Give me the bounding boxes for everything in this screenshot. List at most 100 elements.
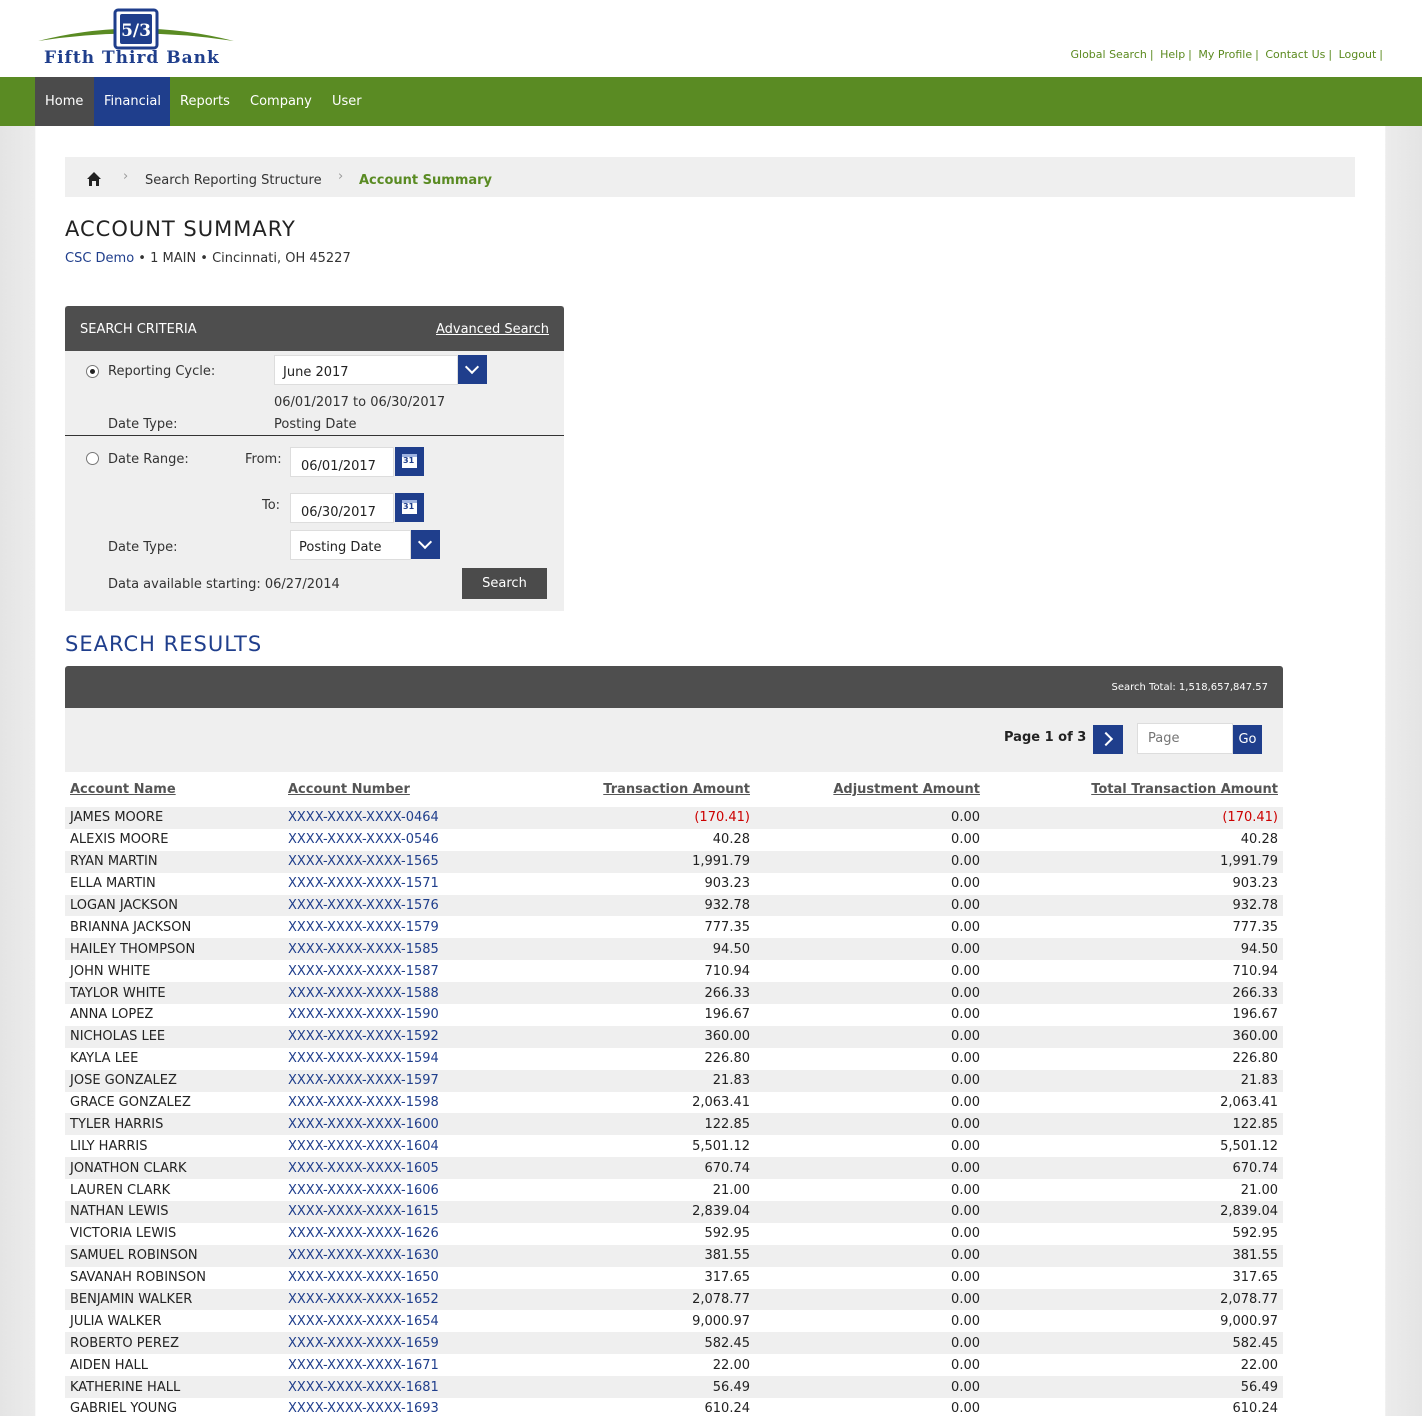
account-number-link[interactable]: XXXX-XXXX-XXXX-1652: [283, 1288, 483, 1311]
table-row: SAMUEL ROBINSON XXXX-XXXX-XXXX-1630 381.55…: [65, 1244, 1283, 1267]
account-number-link[interactable]: XXXX-XXXX-XXXX-1606: [283, 1179, 483, 1202]
nav-financial[interactable]: Financial: [94, 77, 170, 126]
column-total-transaction-amount[interactable]: Total Transaction Amount: [985, 772, 1283, 807]
company-link[interactable]: CSC Demo: [65, 251, 134, 266]
table-row: BRIANNA JACKSON XXXX-XXXX-XXXX-1579 777.35…: [65, 916, 1283, 939]
brand-logo[interactable]: 5/3 Fifth Third Bank: [36, 8, 236, 70]
total-transaction-amount-cell: 2,839.04: [985, 1201, 1283, 1223]
account-number-link[interactable]: XXXX-XXXX-XXXX-1576: [283, 894, 483, 917]
total-transaction-amount-cell: 266.33: [985, 982, 1283, 1005]
help-link[interactable]: Help: [1160, 48, 1185, 61]
account-number-link[interactable]: XXXX-XXXX-XXXX-0464: [283, 807, 483, 829]
column-account-number[interactable]: Account Number: [283, 772, 483, 807]
range-date-type-select[interactable]: Posting Date: [290, 530, 411, 560]
home-icon[interactable]: [86, 171, 102, 187]
column-transaction-amount[interactable]: Transaction Amount: [483, 772, 755, 807]
transaction-amount-cell: 9,000.97: [483, 1310, 755, 1333]
table-row: TYLER HARRIS XXXX-XXXX-XXXX-1600 122.85 0.0…: [65, 1113, 1283, 1136]
from-date-input[interactable]: [290, 447, 394, 477]
account-number-link[interactable]: XXXX-XXXX-XXXX-1594: [283, 1047, 483, 1070]
table-row: BENJAMIN WALKER XXXX-XXXX-XXXX-1652 2,078.…: [65, 1288, 1283, 1311]
nav-user[interactable]: User: [322, 77, 372, 126]
account-number-link[interactable]: XXXX-XXXX-XXXX-1588: [283, 982, 483, 1005]
to-date-input[interactable]: [290, 493, 394, 523]
total-transaction-amount-cell: 94.50: [985, 938, 1283, 961]
calendar-icon: [402, 500, 417, 514]
table-row: TAYLOR WHITE XXXX-XXXX-XXXX-1588 266.33 0.0…: [65, 982, 1283, 1005]
account-number-link[interactable]: XXXX-XXXX-XXXX-1565: [283, 850, 483, 873]
adjustment-amount-cell: 0.00: [755, 1398, 985, 1416]
page-indicator: Page 1 of 3: [1004, 730, 1087, 745]
from-calendar-button[interactable]: [395, 447, 424, 476]
nav-reports[interactable]: Reports: [170, 77, 240, 126]
account-number-link[interactable]: XXXX-XXXX-XXXX-1681: [283, 1376, 483, 1399]
nav-company[interactable]: Company: [240, 77, 322, 126]
reporting-cycle-radio[interactable]: [86, 365, 99, 378]
account-number-link[interactable]: XXXX-XXXX-XXXX-1587: [283, 960, 483, 983]
account-number-link[interactable]: XXXX-XXXX-XXXX-1626: [283, 1222, 483, 1245]
adjustment-amount-cell: 0.00: [755, 1266, 985, 1289]
account-number-link[interactable]: XXXX-XXXX-XXXX-1571: [283, 872, 483, 895]
reporting-cycle-select[interactable]: June 2017: [274, 355, 458, 385]
table-row: JULIA WALKER XXXX-XXXX-XXXX-1654 9,000.97 0…: [65, 1310, 1283, 1333]
table-row: AIDEN HALL XXXX-XXXX-XXXX-1671 22.00 0.00 22…: [65, 1354, 1283, 1377]
nav-home[interactable]: Home: [35, 77, 94, 126]
search-criteria-title: SEARCH CRITERIA: [80, 322, 197, 337]
logout-link[interactable]: Logout: [1339, 48, 1377, 61]
account-number-link[interactable]: XXXX-XXXX-XXXX-1630: [283, 1244, 483, 1267]
account-number-link[interactable]: XXXX-XXXX-XXXX-1693: [283, 1398, 483, 1416]
adjustment-amount-cell: 0.00: [755, 1091, 985, 1114]
transaction-amount-cell: 670.74: [483, 1157, 755, 1180]
advanced-search-link[interactable]: Advanced Search: [436, 322, 549, 337]
total-transaction-amount-cell: 22.00: [985, 1354, 1283, 1377]
total-transaction-amount-cell: 226.80: [985, 1047, 1283, 1070]
account-number-link[interactable]: XXXX-XXXX-XXXX-1585: [283, 938, 483, 961]
chevron-down-icon[interactable]: [458, 355, 487, 384]
results-header: Search Total: 1,518,657,847.57: [65, 666, 1283, 708]
account-name-cell: BRIANNA JACKSON: [65, 916, 283, 939]
table-row: JAMES MOORE XXXX-XXXX-XXXX-0464 (170.41) 0.…: [65, 807, 1283, 829]
account-number-link[interactable]: XXXX-XXXX-XXXX-1605: [283, 1157, 483, 1180]
total-transaction-amount-cell: (170.41): [985, 807, 1283, 829]
transaction-amount-cell: 21.00: [483, 1179, 755, 1202]
account-number-link[interactable]: XXXX-XXXX-XXXX-1598: [283, 1091, 483, 1114]
account-name-cell: JOSE GONZALEZ: [65, 1069, 283, 1092]
date-range-radio[interactable]: [86, 452, 99, 465]
account-number-link[interactable]: XXXX-XXXX-XXXX-1600: [283, 1113, 483, 1136]
column-adjustment-amount[interactable]: Adjustment Amount: [755, 772, 985, 807]
breadcrumb-current: Account Summary: [359, 173, 493, 188]
account-name-cell: BENJAMIN WALKER: [65, 1288, 283, 1311]
table-row: ANNA LOPEZ XXXX-XXXX-XXXX-1590 196.67 0.00 1…: [65, 1004, 1283, 1026]
account-number-link[interactable]: XXXX-XXXX-XXXX-1654: [283, 1310, 483, 1333]
page-input[interactable]: [1137, 723, 1233, 754]
my-profile-link[interactable]: My Profile: [1198, 48, 1252, 61]
utility-links: Global Search | Help | My Profile | Contact…: [1070, 48, 1386, 61]
account-number-link[interactable]: XXXX-XXXX-XXXX-1650: [283, 1266, 483, 1289]
search-button[interactable]: Search: [462, 568, 547, 599]
account-number-link[interactable]: XXXX-XXXX-XXXX-0546: [283, 828, 483, 851]
account-number-link[interactable]: XXXX-XXXX-XXXX-1592: [283, 1025, 483, 1048]
account-number-link[interactable]: XXXX-XXXX-XXXX-1659: [283, 1332, 483, 1355]
account-number-link[interactable]: XXXX-XXXX-XXXX-1579: [283, 916, 483, 939]
reporting-cycle-label: Reporting Cycle:: [108, 364, 216, 379]
total-transaction-amount-cell: 610.24: [985, 1398, 1283, 1416]
table-row: LAUREN CLARK XXXX-XXXX-XXXX-1606 21.00 0.00…: [65, 1179, 1283, 1202]
global-search-link[interactable]: Global Search: [1070, 48, 1146, 61]
breadcrumb-search-reporting-structure[interactable]: Search Reporting Structure: [145, 173, 322, 188]
account-number-link[interactable]: XXXX-XXXX-XXXX-1604: [283, 1135, 483, 1158]
chevron-down-icon[interactable]: [411, 530, 440, 559]
chevron-right-icon[interactable]: [1093, 725, 1123, 754]
total-transaction-amount-cell: 40.28: [985, 828, 1283, 851]
account-number-link[interactable]: XXXX-XXXX-XXXX-1590: [283, 1004, 483, 1026]
contact-us-link[interactable]: Contact Us: [1265, 48, 1325, 61]
adjustment-amount-cell: 0.00: [755, 938, 985, 961]
to-calendar-button[interactable]: [395, 493, 424, 522]
column-account-name[interactable]: Account Name: [65, 772, 283, 807]
adjustment-amount-cell: 0.00: [755, 1069, 985, 1092]
go-button[interactable]: Go: [1233, 725, 1262, 754]
account-number-link[interactable]: XXXX-XXXX-XXXX-1671: [283, 1354, 483, 1377]
account-number-link[interactable]: XXXX-XXXX-XXXX-1615: [283, 1201, 483, 1223]
transaction-amount-cell: 94.50: [483, 938, 755, 961]
adjustment-amount-cell: 0.00: [755, 1332, 985, 1355]
account-number-link[interactable]: XXXX-XXXX-XXXX-1597: [283, 1069, 483, 1092]
